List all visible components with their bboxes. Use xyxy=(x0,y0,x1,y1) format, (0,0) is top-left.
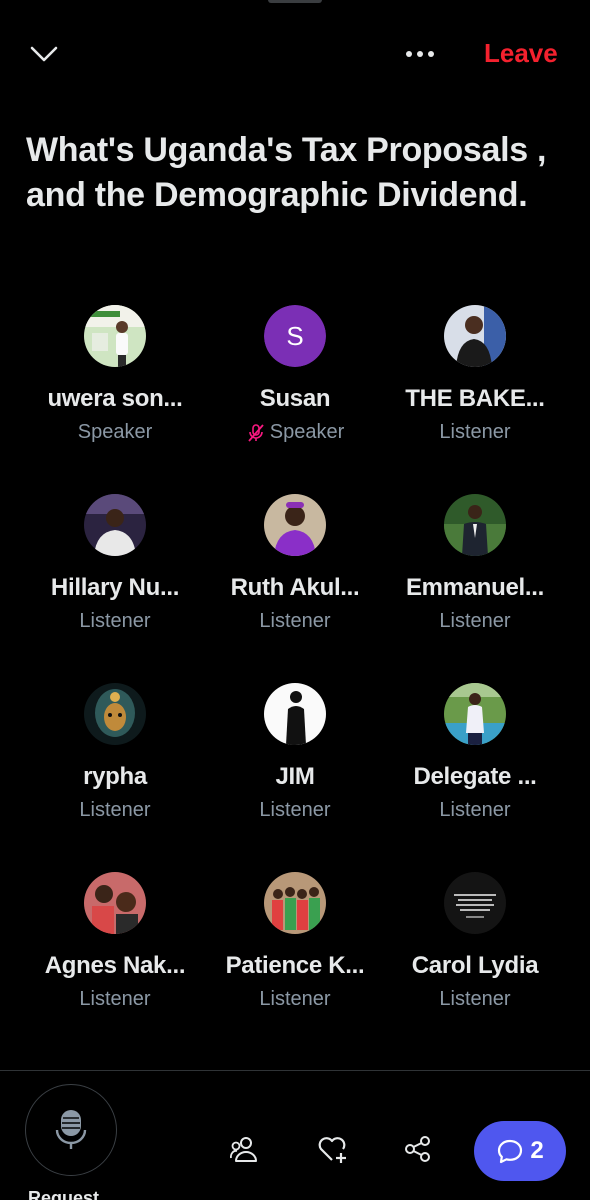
participant[interactable]: Patience K... Listener xyxy=(205,872,385,1061)
role-label: Listener xyxy=(79,799,151,821)
participant-role: Listener xyxy=(439,799,510,822)
request-label: Request xyxy=(28,1188,100,1200)
avatar xyxy=(444,494,506,556)
role-label: Listener xyxy=(439,610,511,632)
avatar xyxy=(84,305,146,367)
participant-role: Listener xyxy=(79,610,150,633)
participant-name: Agnes Nak... xyxy=(44,952,186,979)
avatar xyxy=(264,683,326,745)
microphone-icon xyxy=(55,1110,87,1149)
avatar-letter: S xyxy=(286,321,303,351)
role-label: Listener xyxy=(439,799,511,821)
role-label: Listener xyxy=(259,988,331,1010)
participant-name: Hillary Nu... xyxy=(50,574,180,601)
share-icon[interactable] xyxy=(401,1132,435,1166)
avatar: S xyxy=(264,305,326,367)
participant-role: Speaker xyxy=(246,421,345,444)
more-icon[interactable] xyxy=(400,40,440,68)
divider xyxy=(0,1070,590,1071)
participant[interactable]: Delegate ... Listener xyxy=(385,683,565,872)
participant-name: Delegate ... xyxy=(413,763,537,790)
avatar xyxy=(84,683,146,745)
participants-grid: uwera son... Speaker S Susan Speaker THE… xyxy=(25,305,565,1061)
leave-button[interactable]: Leave xyxy=(484,38,558,69)
avatar xyxy=(444,305,506,367)
avatar xyxy=(444,683,506,745)
participant[interactable]: Hillary Nu... Listener xyxy=(25,494,205,683)
request-mic-button[interactable] xyxy=(25,1084,117,1176)
participant-role: Listener xyxy=(439,610,510,633)
participant[interactable]: Carol Lydia Listener xyxy=(385,872,565,1061)
participant[interactable]: Agnes Nak... Listener xyxy=(25,872,205,1061)
role-label: Listener xyxy=(439,988,511,1010)
participant[interactable]: THE BAKE... Listener xyxy=(385,305,565,494)
participant-role: Listener xyxy=(259,988,330,1011)
participant[interactable]: rypha Listener xyxy=(25,683,205,872)
top-bar: Leave xyxy=(0,30,590,80)
participant-name: Carol Lydia xyxy=(411,952,539,979)
participant-name: Emmanuel... xyxy=(405,574,545,601)
participant-role: Listener xyxy=(79,799,150,822)
participant[interactable]: Ruth Akul... Listener xyxy=(205,494,385,683)
participant-role: Listener xyxy=(439,988,510,1011)
participant-name: Patience K... xyxy=(225,952,365,979)
participant-role: Listener xyxy=(259,799,330,822)
role-label: Listener xyxy=(79,610,151,632)
mic-off-icon xyxy=(248,423,264,442)
role-label: Speaker xyxy=(77,421,153,443)
heart-plus-icon[interactable] xyxy=(316,1132,350,1166)
avatar xyxy=(84,872,146,934)
chevron-down-icon[interactable] xyxy=(28,40,60,68)
participant-role: Speaker xyxy=(78,421,153,444)
chat-bubble-icon xyxy=(498,1139,523,1164)
participant-role: Listener xyxy=(439,421,510,444)
participant-name: Susan xyxy=(259,385,331,412)
participant-name: JIM xyxy=(275,763,315,790)
participant-name: THE BAKE... xyxy=(405,385,545,412)
participant[interactable]: S Susan Speaker xyxy=(205,305,385,494)
avatar xyxy=(264,872,326,934)
participant-name: uwera son... xyxy=(47,385,183,412)
role-label: Listener xyxy=(259,799,331,821)
role-label: Speaker xyxy=(269,421,345,443)
chat-button[interactable]: 2 xyxy=(474,1121,566,1181)
avatar xyxy=(264,494,326,556)
participant-name: rypha xyxy=(83,763,147,790)
role-label: Listener xyxy=(439,421,511,443)
role-label: Listener xyxy=(79,988,151,1010)
people-icon[interactable] xyxy=(229,1132,263,1166)
avatar xyxy=(444,872,506,934)
participant-role: Listener xyxy=(79,988,150,1011)
role-label: Listener xyxy=(259,610,331,632)
chat-count: 2 xyxy=(530,1137,544,1164)
space-title: What's Uganda's Tax Proposals , and the … xyxy=(26,131,547,214)
drag-handle[interactable] xyxy=(268,0,322,3)
participant[interactable]: Emmanuel... Listener xyxy=(385,494,565,683)
participant[interactable]: JIM Listener xyxy=(205,683,385,872)
participant[interactable]: uwera son... Speaker xyxy=(25,305,205,494)
participant-name: Ruth Akul... xyxy=(230,574,360,601)
participant-role: Listener xyxy=(259,610,330,633)
avatar xyxy=(84,494,146,556)
